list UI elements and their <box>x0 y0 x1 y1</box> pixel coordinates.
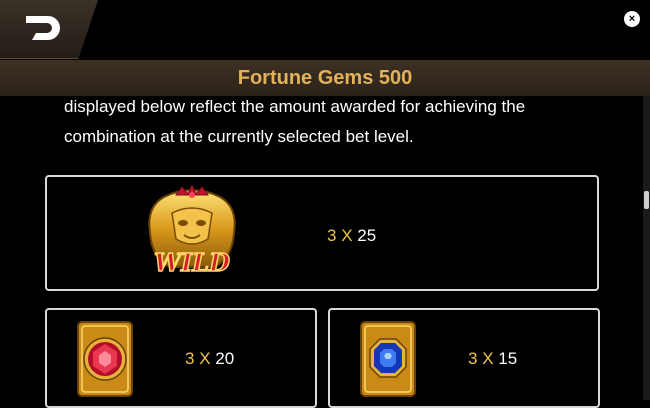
paytable-description: displayed below reflect the amount award… <box>64 97 526 146</box>
ruby-gem-icon <box>77 321 133 397</box>
page-title: Fortune Gems 500 <box>237 67 413 89</box>
payout-ruby: 3 X 20 <box>185 349 234 369</box>
back-button[interactable] <box>0 0 98 59</box>
combo-count: 3 <box>468 349 478 368</box>
payout-sapphire: 3 X 15 <box>468 349 517 369</box>
top-bar: × <box>0 0 650 60</box>
payout-value: 20 <box>215 349 235 368</box>
combo-count: 3 <box>185 349 195 368</box>
title-bar: Fortune Gems 500 <box>0 60 650 96</box>
scrollbar[interactable] <box>643 96 650 400</box>
payout-wild: 3 X 25 <box>327 226 376 246</box>
close-icon: × <box>628 13 636 25</box>
payout-value: 25 <box>357 226 377 245</box>
wild-label: WILD <box>154 248 230 277</box>
close-button[interactable]: × <box>624 11 640 27</box>
times-sign: X <box>341 226 353 245</box>
payout-value: 15 <box>498 349 518 368</box>
sapphire-gem-icon <box>360 321 416 397</box>
back-arrow-icon <box>26 16 60 40</box>
scrollbar-thumb[interactable] <box>644 191 649 209</box>
paytable-row-wild: WILD 3 X 25 <box>45 175 599 291</box>
paytable-row-sapphire: 3 X 15 <box>328 308 600 408</box>
combo-count: 3 <box>327 226 337 245</box>
times-sign: X <box>482 349 494 368</box>
paytable-row-ruby: 3 X 20 <box>45 308 317 408</box>
wild-mask-icon: WILD <box>148 185 236 278</box>
times-sign: X <box>199 349 211 368</box>
